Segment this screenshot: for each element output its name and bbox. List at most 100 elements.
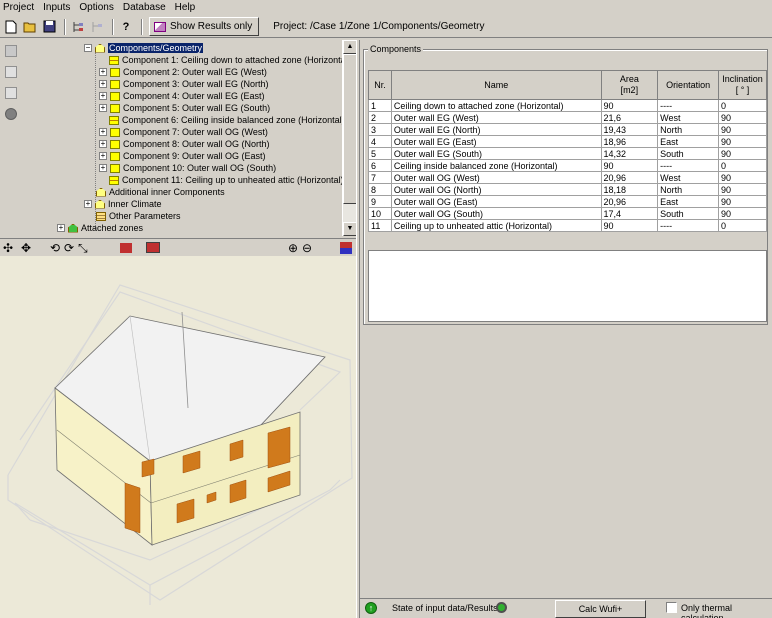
cell-area[interactable]: 14,32 [600, 147, 659, 160]
palette-icon[interactable] [340, 242, 352, 254]
color-mode-2-icon[interactable] [146, 242, 160, 253]
menu-help[interactable]: Help [175, 2, 196, 13]
cell-orientation[interactable]: East [657, 195, 720, 208]
cell-inclination[interactable]: 0 [718, 99, 767, 112]
tree-node-component[interactable]: + Component 2: Outer wall EG (West) [99, 66, 267, 78]
help-icon[interactable]: ? [118, 19, 134, 35]
expand-toggle[interactable]: + [99, 80, 107, 88]
table-row[interactable]: 4 Outer wall EG (East) 18,96 East 90 [368, 135, 767, 148]
tree-node-component[interactable]: + Component 8: Outer wall OG (North) [99, 138, 270, 150]
move-icon[interactable]: ✥ [21, 241, 31, 255]
cross-box-icon[interactable] [5, 87, 17, 99]
tree-expand-icon[interactable] [70, 19, 86, 35]
col-header-inclination[interactable]: Inclination[ ° ] [718, 70, 767, 100]
cell-name[interactable]: Ceiling up to unheated attic (Horizontal… [390, 219, 602, 232]
tree-node-component[interactable]: Component 6: Ceiling inside balanced zon… [109, 114, 342, 126]
tree-node-geometry[interactable]: − Components/Geometry [84, 42, 204, 54]
expand-toggle[interactable]: + [84, 200, 92, 208]
cell-area[interactable]: 18,96 [600, 135, 659, 148]
cell-orientation[interactable]: North [657, 183, 720, 196]
cell-orientation[interactable]: East [657, 135, 720, 148]
cell-nr[interactable]: 5 [368, 147, 392, 160]
record-icon[interactable] [5, 108, 17, 120]
tree-node-component[interactable]: + Component 5: Outer wall EG (South) [99, 102, 270, 114]
expand-toggle[interactable]: + [99, 164, 107, 172]
chart-icon[interactable] [5, 45, 17, 57]
expand-toggle[interactable]: + [99, 104, 107, 112]
show-results-only-button[interactable]: Show Results only [149, 17, 260, 36]
cell-orientation[interactable]: West [657, 111, 720, 124]
cell-name[interactable]: Outer wall OG (North) [390, 183, 602, 196]
expand-toggle[interactable]: + [99, 92, 107, 100]
cell-area[interactable]: 17,4 [600, 207, 659, 220]
cell-nr[interactable]: 2 [368, 111, 392, 124]
col-header-name[interactable]: Name [390, 70, 602, 100]
cell-area[interactable]: 90 [600, 219, 659, 232]
thermal-only-checkbox[interactable] [666, 602, 677, 613]
cell-area[interactable]: 90 [600, 159, 659, 172]
cell-inclination[interactable]: 90 [718, 123, 767, 136]
cell-orientation[interactable]: South [657, 147, 720, 160]
tree-node-component[interactable]: + Component 9: Outer wall OG (East) [99, 150, 266, 162]
tree-node-additional-inner[interactable]: Additional inner Components [96, 186, 225, 198]
cell-name[interactable]: Ceiling down to attached zone (Horizonta… [390, 99, 602, 112]
table-row[interactable]: 7 Outer wall OG (West) 20,96 West 90 [368, 171, 767, 184]
new-file-icon[interactable] [3, 19, 19, 35]
cell-nr[interactable]: 1 [368, 99, 392, 112]
collapse-toggle[interactable]: − [84, 44, 92, 52]
table-row[interactable]: 9 Outer wall OG (East) 20,96 East 90 [368, 195, 767, 208]
tree-node-component[interactable]: + Component 3: Outer wall EG (North) [99, 78, 269, 90]
cell-area[interactable]: 90 [600, 99, 659, 112]
menu-options[interactable]: Options [79, 2, 113, 13]
cell-inclination[interactable]: 0 [718, 159, 767, 172]
tree-node-component[interactable]: Component 11: Ceiling up to unheated att… [109, 174, 342, 186]
expand-toggle[interactable]: + [57, 224, 65, 232]
cell-name[interactable]: Outer wall OG (South) [390, 207, 602, 220]
table-row[interactable]: 3 Outer wall EG (North) 19,43 North 90 [368, 123, 767, 136]
view-side-icon[interactable]: ⟳ [64, 241, 74, 255]
cell-nr[interactable]: 11 [368, 219, 392, 232]
tree-node-inner-climate[interactable]: + Inner Climate [84, 198, 162, 210]
tree-node-component[interactable]: Component 1: Ceiling down to attached zo… [109, 54, 342, 66]
tree-node-component[interactable]: + Component 7: Outer wall OG (West) [99, 126, 268, 138]
expand-toggle[interactable]: + [99, 140, 107, 148]
cell-nr[interactable]: 3 [368, 123, 392, 136]
expand-toggle[interactable]: + [99, 128, 107, 136]
scroll-down-arrow-icon[interactable]: ▼ [343, 222, 357, 236]
cell-nr[interactable]: 7 [368, 171, 392, 184]
scroll-thumb[interactable] [343, 54, 357, 204]
cell-inclination[interactable]: 90 [718, 195, 767, 208]
scroll-up-arrow-icon[interactable]: ▲ [343, 40, 357, 54]
col-header-area[interactable]: Area [m2] [600, 70, 659, 100]
cell-inclination[interactable]: 90 [718, 183, 767, 196]
cell-nr[interactable]: 6 [368, 159, 392, 172]
cell-area[interactable]: 19,43 [600, 123, 659, 136]
table-row[interactable]: 1 Ceiling down to attached zone (Horizont… [368, 99, 767, 112]
cell-orientation[interactable]: North [657, 123, 720, 136]
open-folder-icon[interactable] [22, 19, 38, 35]
tree-node-attached-zones[interactable]: + Attached zones [57, 222, 143, 234]
menu-inputs[interactable]: Inputs [43, 2, 70, 13]
tree-node-component[interactable]: + Component 4: Outer wall EG (East) [99, 90, 265, 102]
tree-node-other-parameters[interactable]: Other Parameters [96, 210, 181, 222]
cell-name[interactable]: Outer wall OG (East) [390, 195, 602, 208]
cell-area[interactable]: 20,96 [600, 171, 659, 184]
view-top-icon[interactable]: ⤡ [78, 241, 88, 255]
cell-orientation[interactable]: ---- [657, 219, 720, 232]
cell-name[interactable]: Outer wall EG (West) [390, 111, 602, 124]
3d-building-view[interactable] [0, 256, 356, 618]
table-row[interactable]: 10 Outer wall OG (South) 17,4 South 90 [368, 207, 767, 220]
table-row[interactable]: 8 Outer wall OG (North) 18,18 North 90 [368, 183, 767, 196]
go-arrow-icon[interactable]: ↑ [365, 602, 377, 614]
menu-database[interactable]: Database [123, 2, 166, 13]
cell-name[interactable]: Outer wall EG (East) [390, 135, 602, 148]
table-row[interactable]: 5 Outer wall EG (South) 14,32 South 90 [368, 147, 767, 160]
calc-wufi-button[interactable]: Calc Wufi+ [555, 600, 646, 618]
cell-inclination[interactable]: 90 [718, 111, 767, 124]
cell-name[interactable]: Outer wall EG (North) [390, 123, 602, 136]
cell-orientation[interactable]: West [657, 171, 720, 184]
zoom-in-icon[interactable]: ⊕ [288, 241, 298, 255]
cell-orientation[interactable]: South [657, 207, 720, 220]
col-header-nr[interactable]: Nr. [368, 70, 392, 100]
cell-inclination[interactable]: 90 [718, 207, 767, 220]
